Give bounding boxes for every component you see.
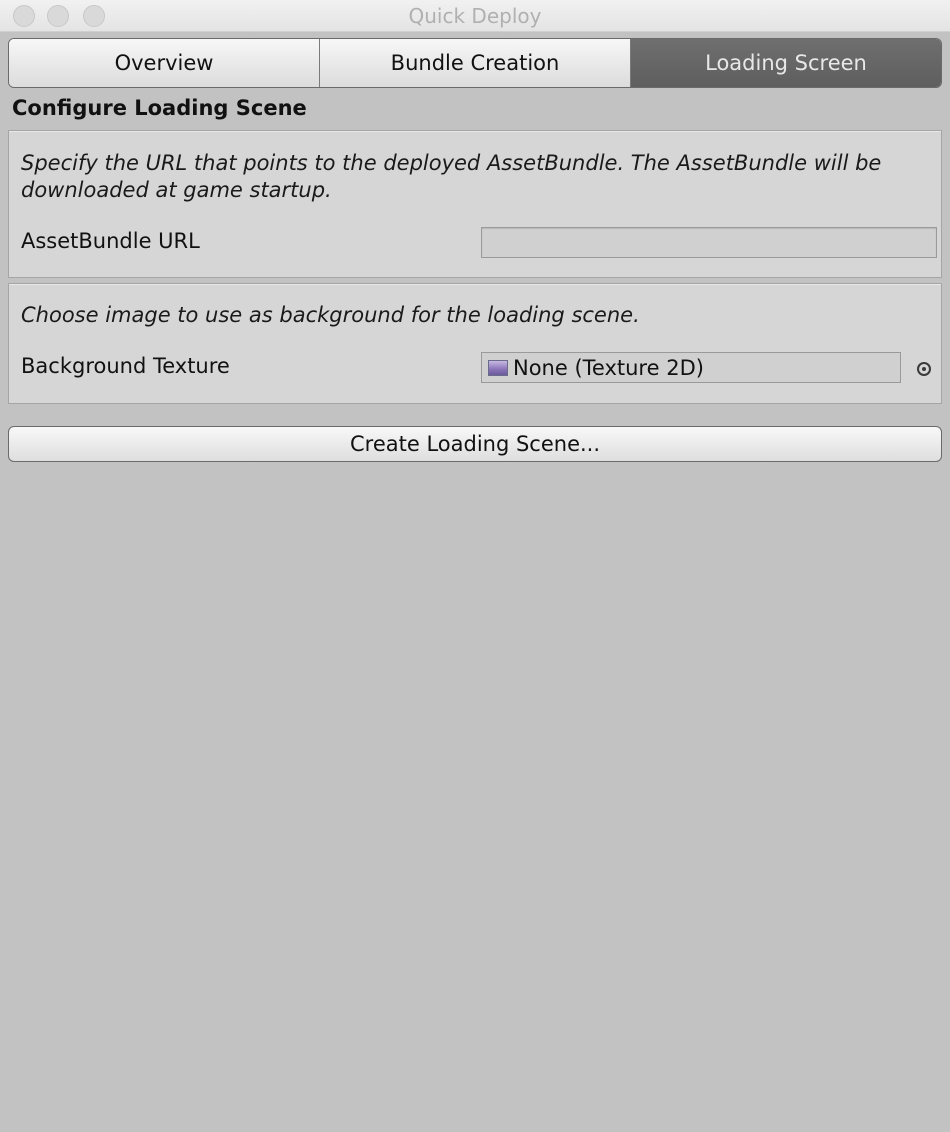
- texture-icon: [488, 359, 508, 376]
- texture-description: Choose image to use as background for th…: [21, 303, 640, 327]
- create-loading-scene-button[interactable]: Create Loading Scene...: [8, 426, 942, 462]
- background-texture-label: Background Texture: [21, 354, 230, 378]
- assetbundle-url-label: AssetBundle URL: [21, 229, 200, 253]
- title-bar: Quick Deploy: [0, 0, 950, 32]
- object-picker-icon[interactable]: [917, 362, 931, 376]
- background-texture-value: None (Texture 2D): [513, 355, 704, 380]
- url-description: Specify the URL that points to the deplo…: [21, 151, 882, 202]
- tab-loading-screen[interactable]: Loading Screen: [631, 39, 941, 87]
- tab-bundle-creation[interactable]: Bundle Creation: [320, 39, 631, 87]
- quick-deploy-window: Quick Deploy Overview Bundle Creation Lo…: [0, 0, 950, 1132]
- tab-overview[interactable]: Overview: [9, 39, 320, 87]
- window-title: Quick Deploy: [408, 4, 542, 28]
- background-texture-panel: Choose image to use as background for th…: [8, 283, 942, 404]
- section-heading: Configure Loading Scene: [12, 96, 307, 120]
- background-texture-field[interactable]: None (Texture 2D): [481, 352, 901, 383]
- assetbundle-url-input[interactable]: [481, 227, 937, 258]
- assetbundle-url-panel: Specify the URL that points to the deplo…: [8, 130, 942, 278]
- tab-bar: Overview Bundle Creation Loading Screen: [8, 38, 942, 88]
